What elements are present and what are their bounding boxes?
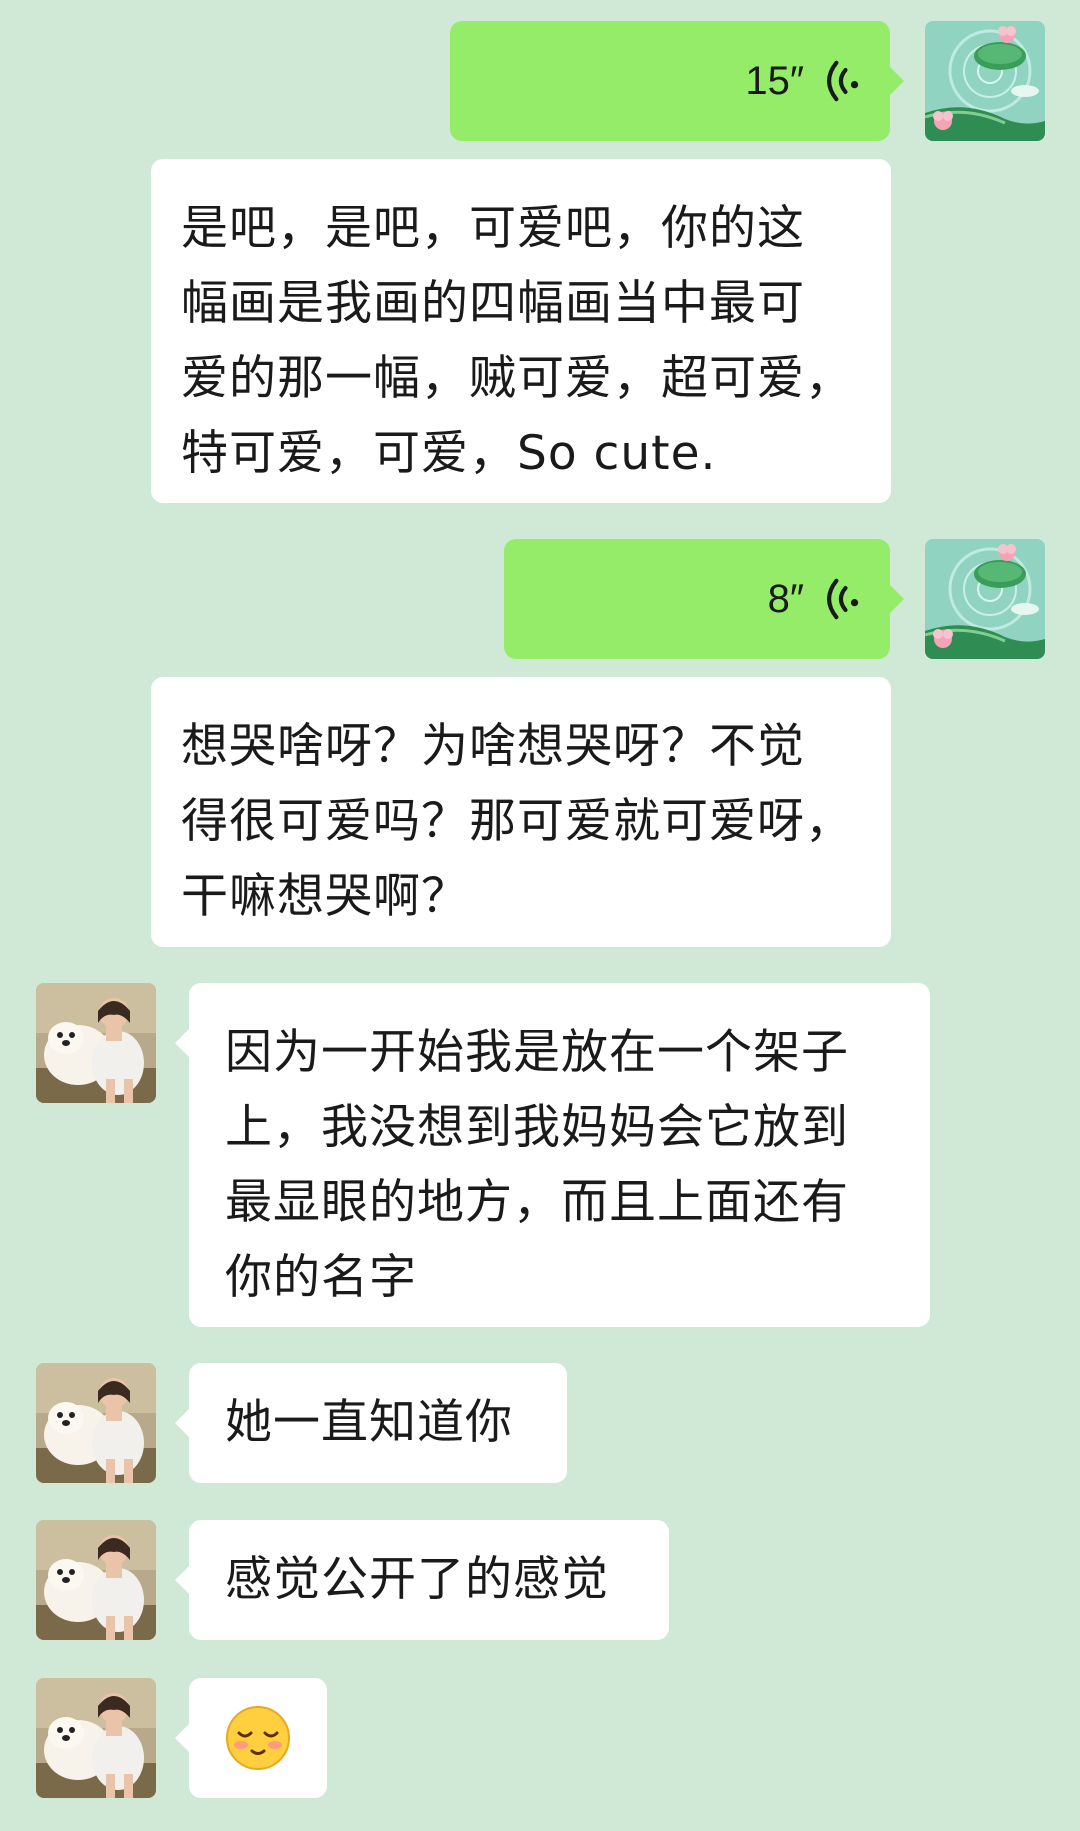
text-message-bubble[interactable]: 她一直知道你 <box>175 1363 567 1483</box>
peer-avatar[interactable] <box>36 1678 156 1798</box>
message-text: 她一直知道你 <box>225 1395 513 1450</box>
message-text: 是吧，是吧，可爱吧，你的这 幅画是我画的四幅画当中最可 爱的那一幅，贼可爱，超可… <box>181 201 853 481</box>
message-text: 感觉公开了的感觉 <box>225 1552 609 1607</box>
girl-with-dog-avatar-icon <box>36 1678 156 1798</box>
text-message-bubble[interactable]: 因为一开始我是放在一个架子 上，我没想到我妈妈会它放到 最显眼的地方，而且上面还… <box>175 983 930 1327</box>
voice-wave-icon <box>820 577 860 621</box>
girl-with-dog-avatar-icon <box>36 1363 156 1483</box>
lotus-pond-avatar-icon <box>925 539 1045 659</box>
self-avatar[interactable] <box>925 21 1045 141</box>
self-avatar[interactable] <box>925 539 1045 659</box>
peer-avatar[interactable] <box>36 1520 156 1640</box>
shy-smile-emoji-icon <box>226 1706 290 1770</box>
peer-avatar[interactable] <box>36 983 156 1103</box>
text-message-bubble[interactable]: 感觉公开了的感觉 <box>175 1520 669 1640</box>
voice-message-bubble[interactable]: 15″ <box>450 21 904 141</box>
voice-wave-icon <box>820 59 860 103</box>
text-message-bubble[interactable]: 是吧，是吧，可爱吧，你的这 幅画是我画的四幅画当中最可 爱的那一幅，贼可爱，超可… <box>151 159 891 503</box>
lotus-pond-avatar-icon <box>925 21 1045 141</box>
voice-message-bubble[interactable]: 8″ <box>504 539 904 659</box>
voice-duration: 15″ <box>745 58 804 103</box>
emoji-message-bubble[interactable] <box>175 1678 327 1798</box>
peer-avatar[interactable] <box>36 1363 156 1483</box>
girl-with-dog-avatar-icon <box>36 983 156 1103</box>
voice-duration: 8″ <box>767 576 804 621</box>
message-text: 想哭啥呀？为啥想哭呀？不觉 得很可爱吗？那可爱就可爱呀， 干嘛想哭啊？ <box>181 719 853 924</box>
message-text: 因为一开始我是放在一个架子 上，我没想到我妈妈会它放到 最显眼的地方，而且上面还… <box>225 1025 849 1305</box>
girl-with-dog-avatar-icon <box>36 1520 156 1640</box>
text-message-bubble[interactable]: 想哭啥呀？为啥想哭呀？不觉 得很可爱吗？那可爱就可爱呀， 干嘛想哭啊？ <box>151 677 891 947</box>
